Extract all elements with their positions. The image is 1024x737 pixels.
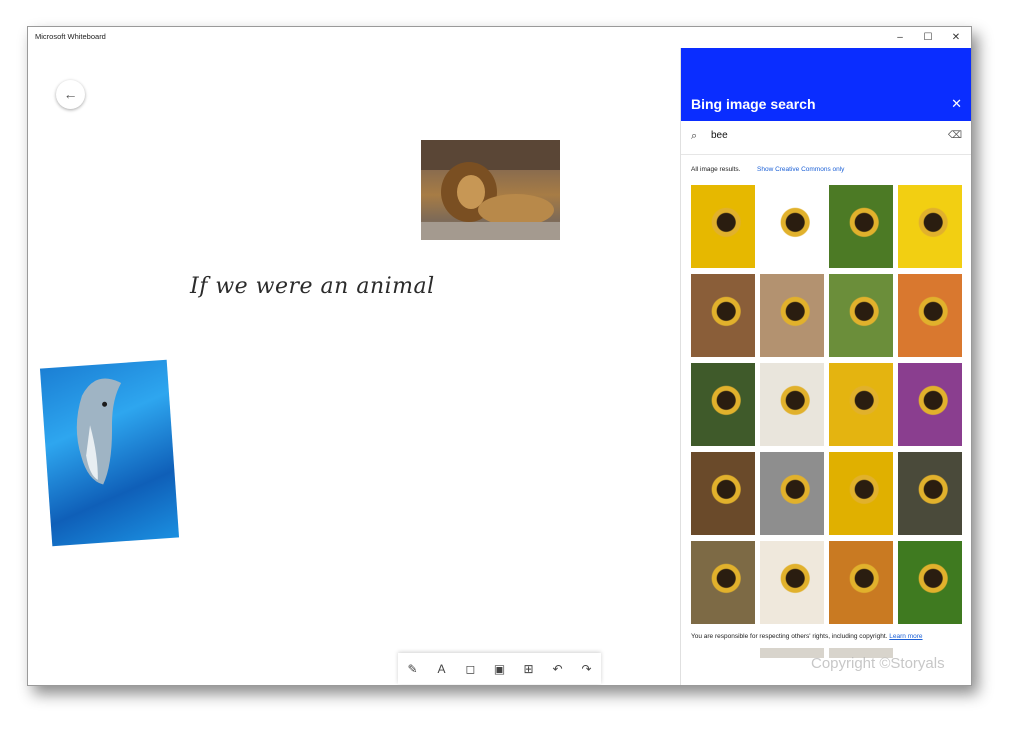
image-result-thumbnail[interactable]: [691, 452, 755, 535]
dolphin-photo[interactable]: [39, 359, 180, 547]
image-result-thumbnail[interactable]: [829, 274, 893, 357]
search-bar: ⌕ ⌫: [681, 121, 971, 155]
image-result-thumbnail[interactable]: [760, 363, 824, 446]
image-result-thumbnail[interactable]: [898, 274, 962, 357]
image-result-thumbnail[interactable]: [898, 452, 962, 535]
insert-icon[interactable]: ⊞: [518, 658, 540, 680]
image-results-grid: [691, 185, 963, 624]
image-result-thumbnail[interactable]: [760, 274, 824, 357]
maximize-icon[interactable]: ☐: [914, 27, 942, 48]
panel-title: Bing image search: [691, 96, 816, 112]
window-title: Microsoft Whiteboard: [35, 32, 106, 41]
learn-more-link[interactable]: Learn more: [889, 633, 922, 640]
pen-icon[interactable]: ✎: [402, 658, 424, 680]
whiteboard-canvas[interactable]: ← If we were an animal ✎ A ◻ ▣ ⊞ ↶ ↷: [28, 48, 680, 685]
image-result-thumbnail[interactable]: [898, 363, 962, 446]
copyright-notice: You are responsible for respecting other…: [691, 633, 966, 640]
lion-photo[interactable]: [421, 140, 560, 240]
image-result-thumbnail[interactable]: [829, 363, 893, 446]
image-result-thumbnail[interactable]: [760, 185, 824, 268]
results-label: All image results.: [691, 166, 741, 173]
redo-icon[interactable]: ↷: [576, 658, 598, 680]
image-result-thumbnail[interactable]: [691, 185, 755, 268]
title-bar: Microsoft Whiteboard – ☐ ✕: [28, 27, 971, 49]
image-result-thumbnail[interactable]: [829, 185, 893, 268]
watermark: Copyright ©Storyals: [811, 655, 945, 672]
handwritten-text[interactable]: If we were an animal: [190, 274, 435, 299]
lion-illustration: [421, 140, 560, 240]
image-result-thumbnail[interactable]: [760, 541, 824, 624]
image-icon[interactable]: ▣: [489, 658, 511, 680]
whiteboard-window: Microsoft Whiteboard – ☐ ✕ ← If we were …: [27, 26, 972, 686]
dolphin-illustration: [76, 378, 122, 485]
undo-icon[interactable]: ↶: [547, 658, 569, 680]
bing-search-panel: Bing image search ✕ ⌕ ⌫ All image result…: [680, 48, 971, 685]
minimize-icon[interactable]: –: [886, 27, 914, 48]
clear-search-icon[interactable]: ⌫: [948, 130, 962, 141]
close-icon[interactable]: ✕: [942, 27, 970, 48]
creative-commons-link[interactable]: Show Creative Commons only: [757, 166, 844, 173]
image-result-thumbnail[interactable]: [829, 541, 893, 624]
image-result-thumbnail[interactable]: [760, 452, 824, 535]
close-panel-icon[interactable]: ✕: [951, 96, 962, 112]
search-input[interactable]: [709, 129, 933, 142]
copyright-notice-text: You are responsible for respecting other…: [691, 633, 888, 640]
image-result-thumbnail[interactable]: [691, 274, 755, 357]
image-result-thumbnail[interactable]: [829, 452, 893, 535]
text-icon[interactable]: A: [431, 658, 453, 680]
search-icon: ⌕: [691, 130, 698, 142]
sticky-note-icon[interactable]: ◻: [460, 658, 482, 680]
image-result-thumbnail[interactable]: [691, 541, 755, 624]
panel-header: Bing image search ✕: [681, 48, 971, 121]
back-arrow-icon[interactable]: ←: [56, 80, 85, 109]
bottom-toolbar: ✎ A ◻ ▣ ⊞ ↶ ↷: [398, 653, 601, 684]
image-result-thumbnail[interactable]: [691, 363, 755, 446]
image-result-thumbnail[interactable]: [898, 541, 962, 624]
image-result-thumbnail[interactable]: [898, 185, 962, 268]
